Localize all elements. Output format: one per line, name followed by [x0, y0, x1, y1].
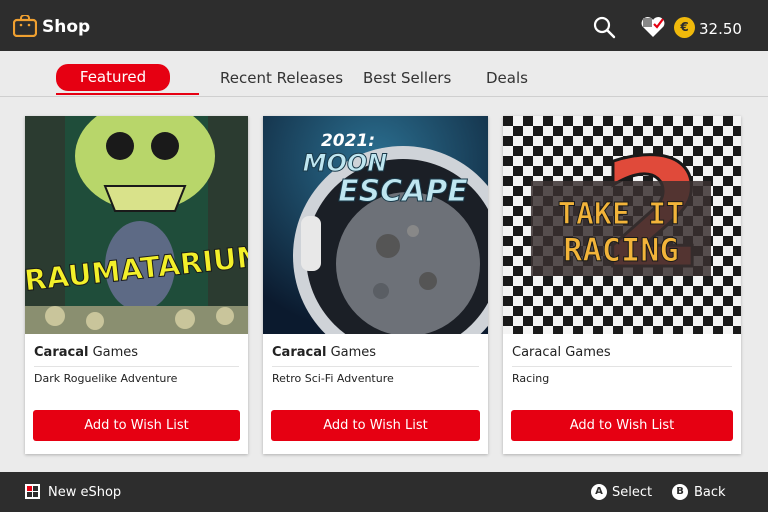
game-cover-art: TRAUMATARIUM	[25, 116, 248, 334]
tab-featured[interactable]: Featured	[56, 64, 170, 91]
active-tab-indicator	[56, 93, 199, 95]
cover-title-line3: ESCAPE	[338, 174, 468, 209]
add-to-wish-list-button[interactable]: Add to Wish List	[33, 410, 240, 441]
eshop-grid-icon[interactable]	[25, 484, 40, 499]
cover-title-line2: RACING	[563, 231, 679, 269]
top-bar: Shop € 32.50	[0, 0, 768, 51]
euro-coin-icon: €	[674, 17, 695, 38]
new-eshop-link[interactable]: New eShop	[48, 485, 121, 500]
genre-label: Racing	[512, 372, 550, 385]
game-card[interactable]: TRAUMATARIUM Caracal Games Dark Roguelik…	[25, 116, 248, 454]
cover-title-line1: 2021:	[321, 131, 375, 151]
tab-recent-releases[interactable]: Recent Releases	[220, 64, 343, 92]
bottom-bar: New eShop A Select B Back	[0, 472, 768, 512]
publisher-name: Caracal Games	[34, 345, 139, 360]
a-button-icon: A	[591, 484, 607, 500]
game-card[interactable]: 2 TAKE IT RACING Caracal Games Racing Ad…	[503, 116, 741, 454]
search-icon[interactable]	[592, 15, 616, 39]
cover-title-line1: TAKE IT	[558, 197, 684, 232]
genre-label: Dark Roguelike Adventure	[34, 372, 178, 385]
divider	[272, 366, 479, 367]
genre-label: Retro Sci-Fi Adventure	[272, 372, 394, 385]
b-button-icon: B	[672, 484, 688, 500]
divider	[34, 366, 239, 367]
tab-bar: Featured Recent Releases Best Sellers De…	[0, 51, 768, 97]
back-hint[interactable]: Back	[694, 485, 726, 500]
divider	[512, 366, 732, 367]
select-hint[interactable]: Select	[612, 485, 652, 500]
game-cover-art: 2 TAKE IT RACING	[503, 116, 741, 334]
game-card[interactable]: 2021: MOON ESCAPE Caracal Games Retro Sc…	[263, 116, 488, 454]
tab-deals[interactable]: Deals	[486, 64, 528, 92]
add-to-wish-list-button[interactable]: Add to Wish List	[511, 410, 733, 441]
page-title: Shop	[42, 17, 91, 37]
shopping-bag-icon	[13, 15, 37, 37]
add-to-wish-list-button[interactable]: Add to Wish List	[271, 410, 480, 441]
heart-check-icon[interactable]	[640, 15, 666, 39]
game-cover-art: 2021: MOON ESCAPE	[263, 116, 488, 334]
tab-best-sellers[interactable]: Best Sellers	[363, 64, 451, 92]
balance-amount: 32.50	[699, 20, 742, 38]
publisher-name: Caracal Games	[512, 345, 611, 360]
cover-title-line2: MOON	[303, 149, 388, 177]
publisher-name: Caracal Games	[272, 345, 377, 360]
